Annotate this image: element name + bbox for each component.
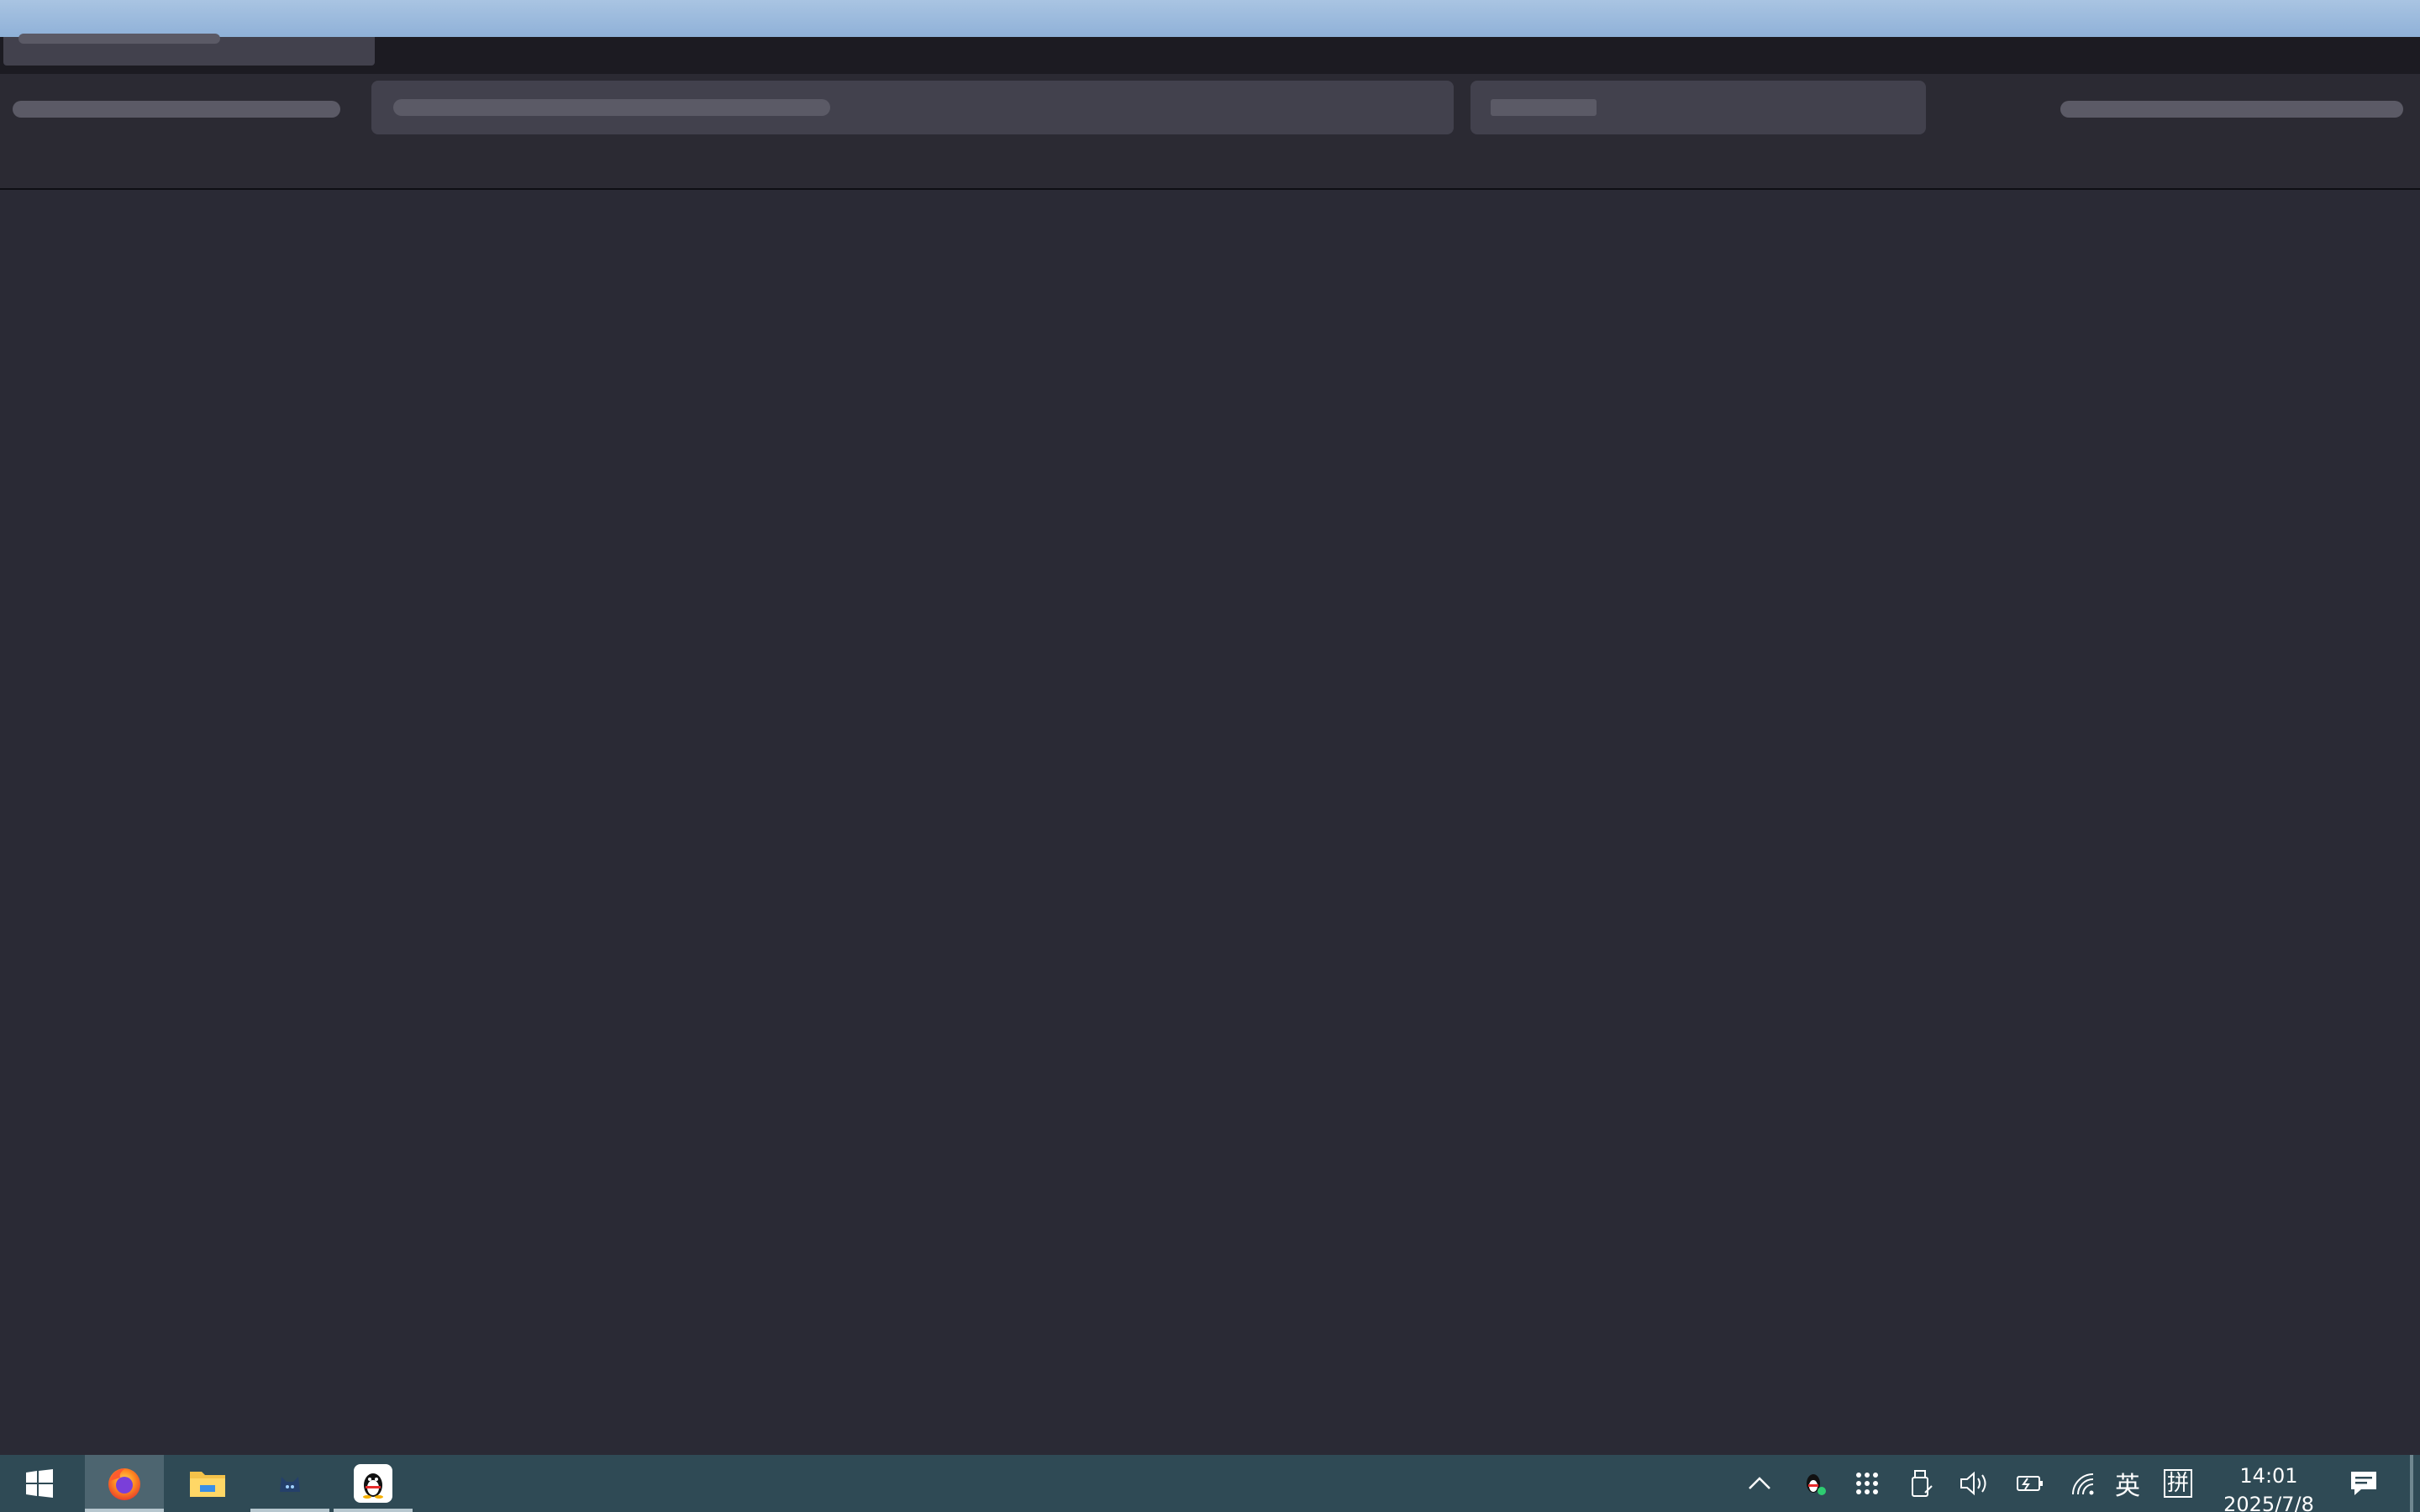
toolbar-skeleton-right (2060, 101, 2403, 118)
browser-toolbar (0, 74, 2420, 190)
ime-language-label: 英 (2115, 1472, 2140, 1501)
tray-apps-grid-icon[interactable] (1844, 1455, 1891, 1512)
windows-taskbar: 英 拼 14:01 2025/7/8 (0, 1455, 2420, 1512)
screen: 英 拼 14:01 2025/7/8 (0, 0, 2420, 1512)
ime-mode-label: 拼 (2163, 1469, 2192, 1498)
folder-icon (190, 1472, 225, 1497)
browser-tab-loading[interactable] (3, 34, 375, 66)
tray-qq-icon[interactable] (1791, 1455, 1839, 1512)
tray-ime-language[interactable]: 英 (2104, 1455, 2151, 1512)
firefox-icon (108, 1468, 140, 1500)
windows-logo-icon (26, 1469, 53, 1498)
search-bar-skeleton[interactable] (1470, 81, 1926, 134)
action-center-notification-icon[interactable] (2341, 1455, 2388, 1512)
taskbar-app-cat[interactable] (250, 1455, 329, 1512)
tray-volume-icon[interactable] (1951, 1455, 1998, 1512)
taskbar-firefox[interactable] (85, 1455, 164, 1512)
show-desktop-button[interactable] (2410, 1455, 2413, 1512)
page-content-empty (0, 190, 2420, 1455)
app-cat-icon (280, 1477, 300, 1492)
window-title-strip (0, 0, 2420, 37)
toolbar-skeleton-left (13, 101, 340, 118)
tray-overflow-chevron-icon[interactable] (1736, 1455, 1783, 1512)
address-bar-skeleton[interactable] (371, 81, 1454, 134)
start-button[interactable] (0, 1455, 79, 1512)
tray-battery-charging-icon[interactable] (2007, 1455, 2054, 1512)
taskbar-file-explorer[interactable] (168, 1455, 247, 1512)
search-bar-text-skeleton (1491, 99, 1597, 116)
clock-date: 2025/7/8 (2223, 1493, 2314, 1512)
clock-time: 14:01 (2239, 1464, 2298, 1488)
taskbar-clock[interactable]: 14:01 2025/7/8 (2210, 1462, 2328, 1512)
tab-title-skeleton (18, 34, 220, 44)
active-indicator (85, 1509, 164, 1512)
running-indicator (334, 1509, 413, 1512)
running-indicator (250, 1509, 329, 1512)
tray-ime-mode[interactable]: 拼 (2154, 1455, 2202, 1512)
address-bar-text-skeleton (393, 99, 830, 116)
tray-wifi-icon[interactable] (2060, 1455, 2107, 1512)
qq-penguin-icon (354, 1464, 392, 1503)
tab-bar (0, 34, 2420, 74)
taskbar-qq[interactable] (334, 1455, 413, 1512)
tray-usb-drive-icon[interactable] (1897, 1455, 1944, 1512)
